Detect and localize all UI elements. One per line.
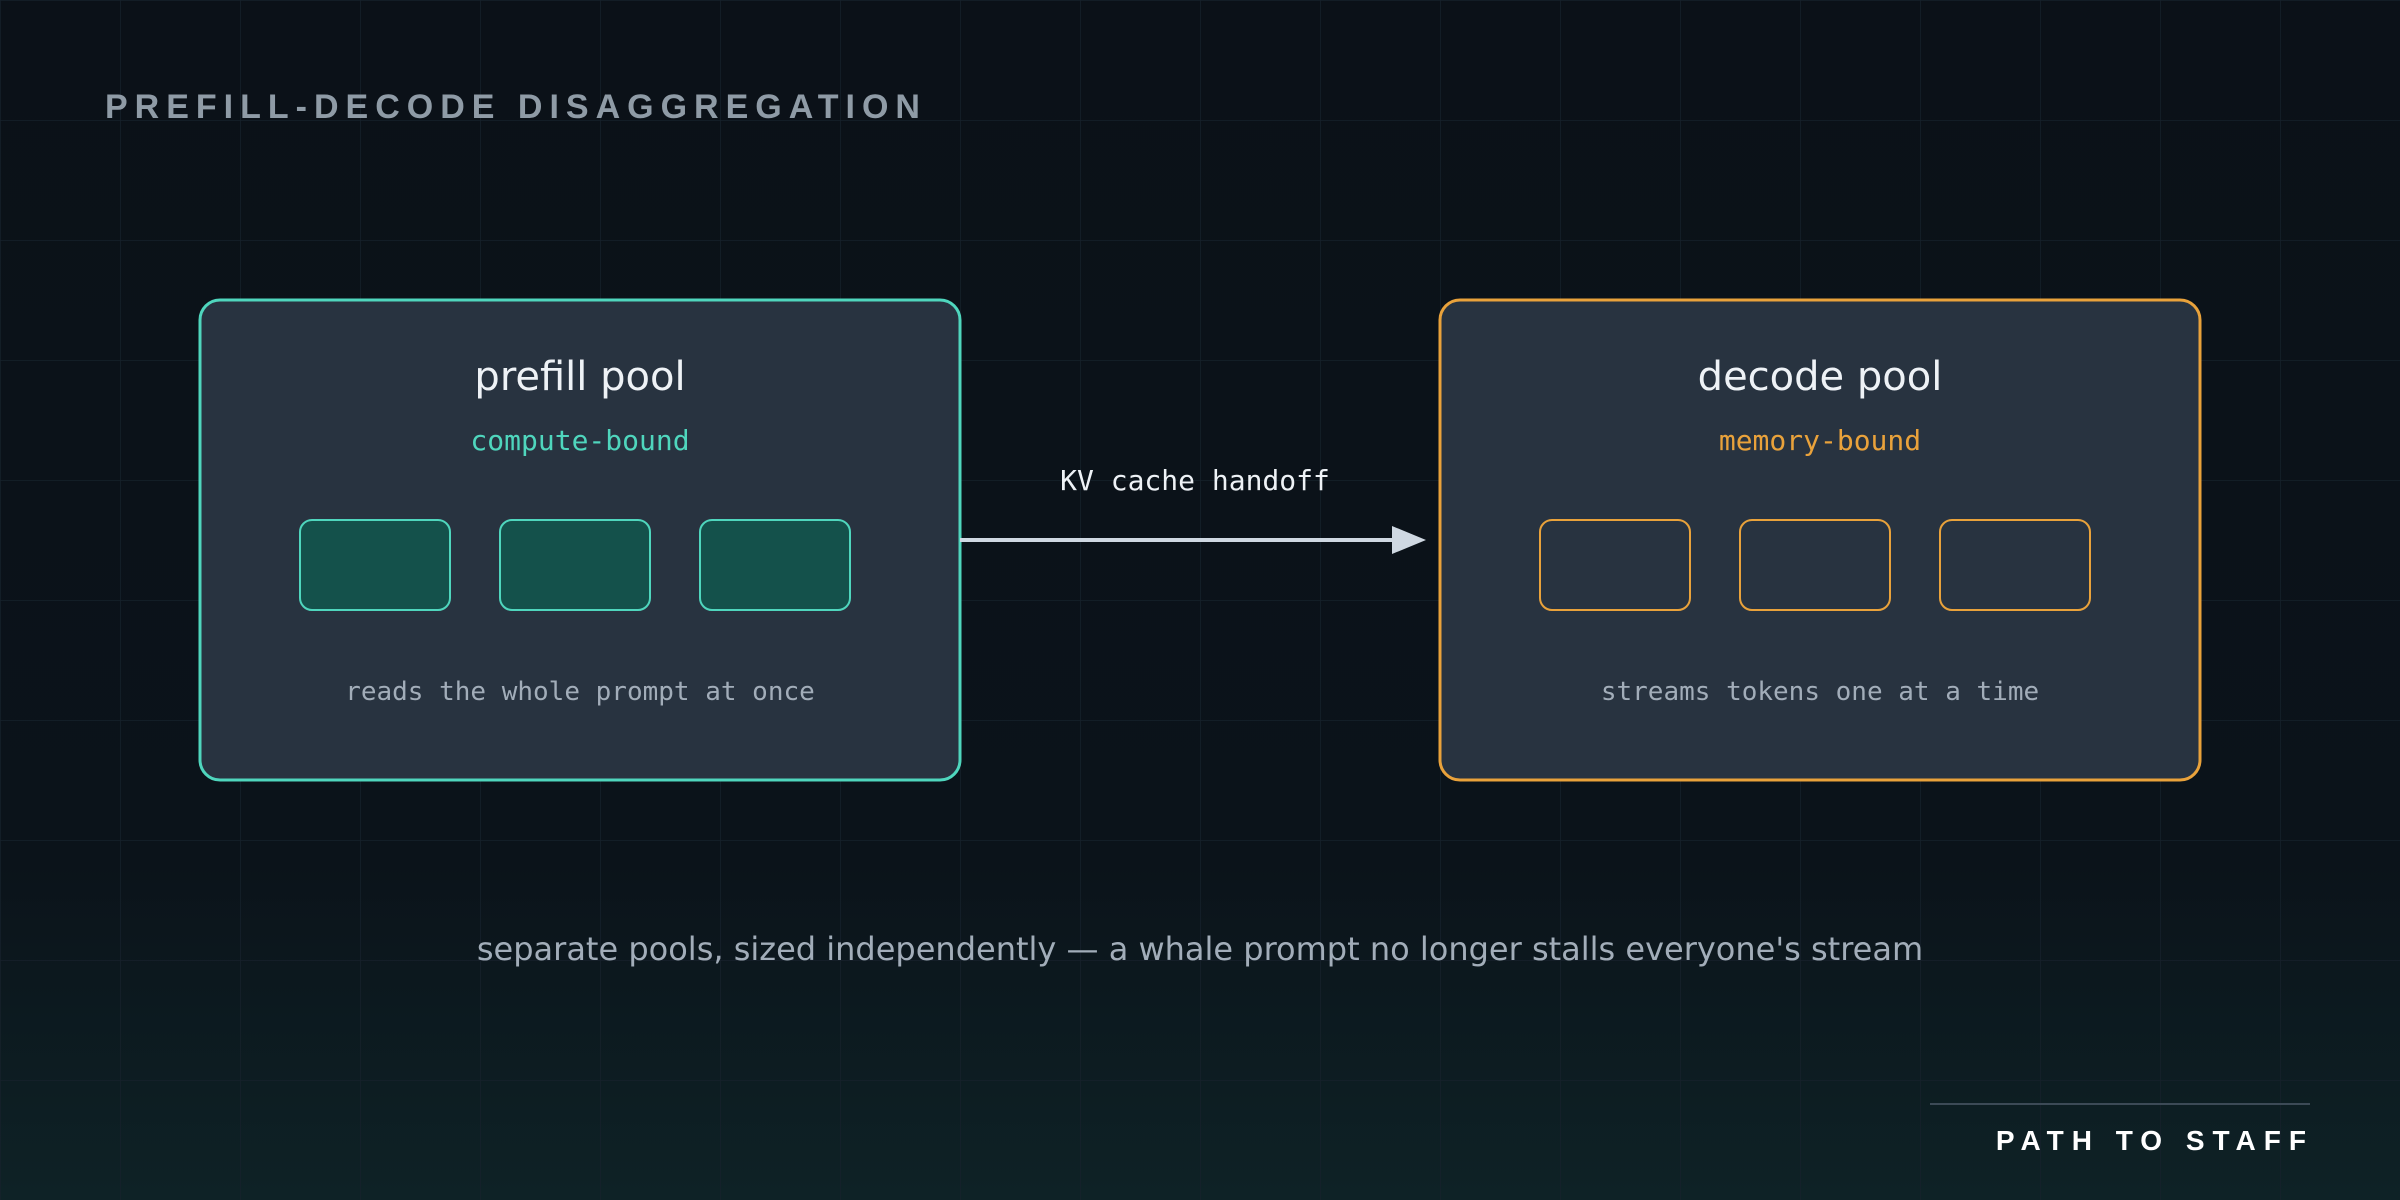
decode-unit — [1739, 519, 1891, 611]
prefill-unit — [299, 519, 451, 611]
decode-unit — [1939, 519, 2091, 611]
decode-pool: decode pool memory-bound streams tokens … — [1438, 298, 2202, 782]
brand-label: PATH TO STAFF — [1996, 1125, 2314, 1156]
page-title: PREFILL-DECODE DISAGGREGATION — [105, 88, 927, 126]
decode-pool-subtitle: memory-bound — [1719, 424, 1921, 457]
decode-pool-caption: streams tokens one at a time — [1601, 677, 2039, 707]
prefill-unit — [699, 519, 851, 611]
prefill-pool-caption: reads the whole prompt at once — [345, 677, 815, 707]
prefill-pool-subtitle: compute-bound — [470, 424, 689, 457]
decode-pool-title: decode pool — [1698, 354, 1943, 400]
prefill-pool: prefill pool compute-bound reads the who… — [198, 298, 962, 782]
prefill-pool-title: prefill pool — [474, 354, 685, 400]
handoff-label: KV cache handoff — [1060, 464, 1330, 497]
diagram-canvas: PREFILL-DECODE DISAGGREGATION prefill po… — [0, 0, 2400, 1200]
summary-text: separate pools, sized independently — a … — [477, 930, 1923, 968]
prefill-unit — [499, 519, 651, 611]
decode-unit — [1539, 519, 1691, 611]
